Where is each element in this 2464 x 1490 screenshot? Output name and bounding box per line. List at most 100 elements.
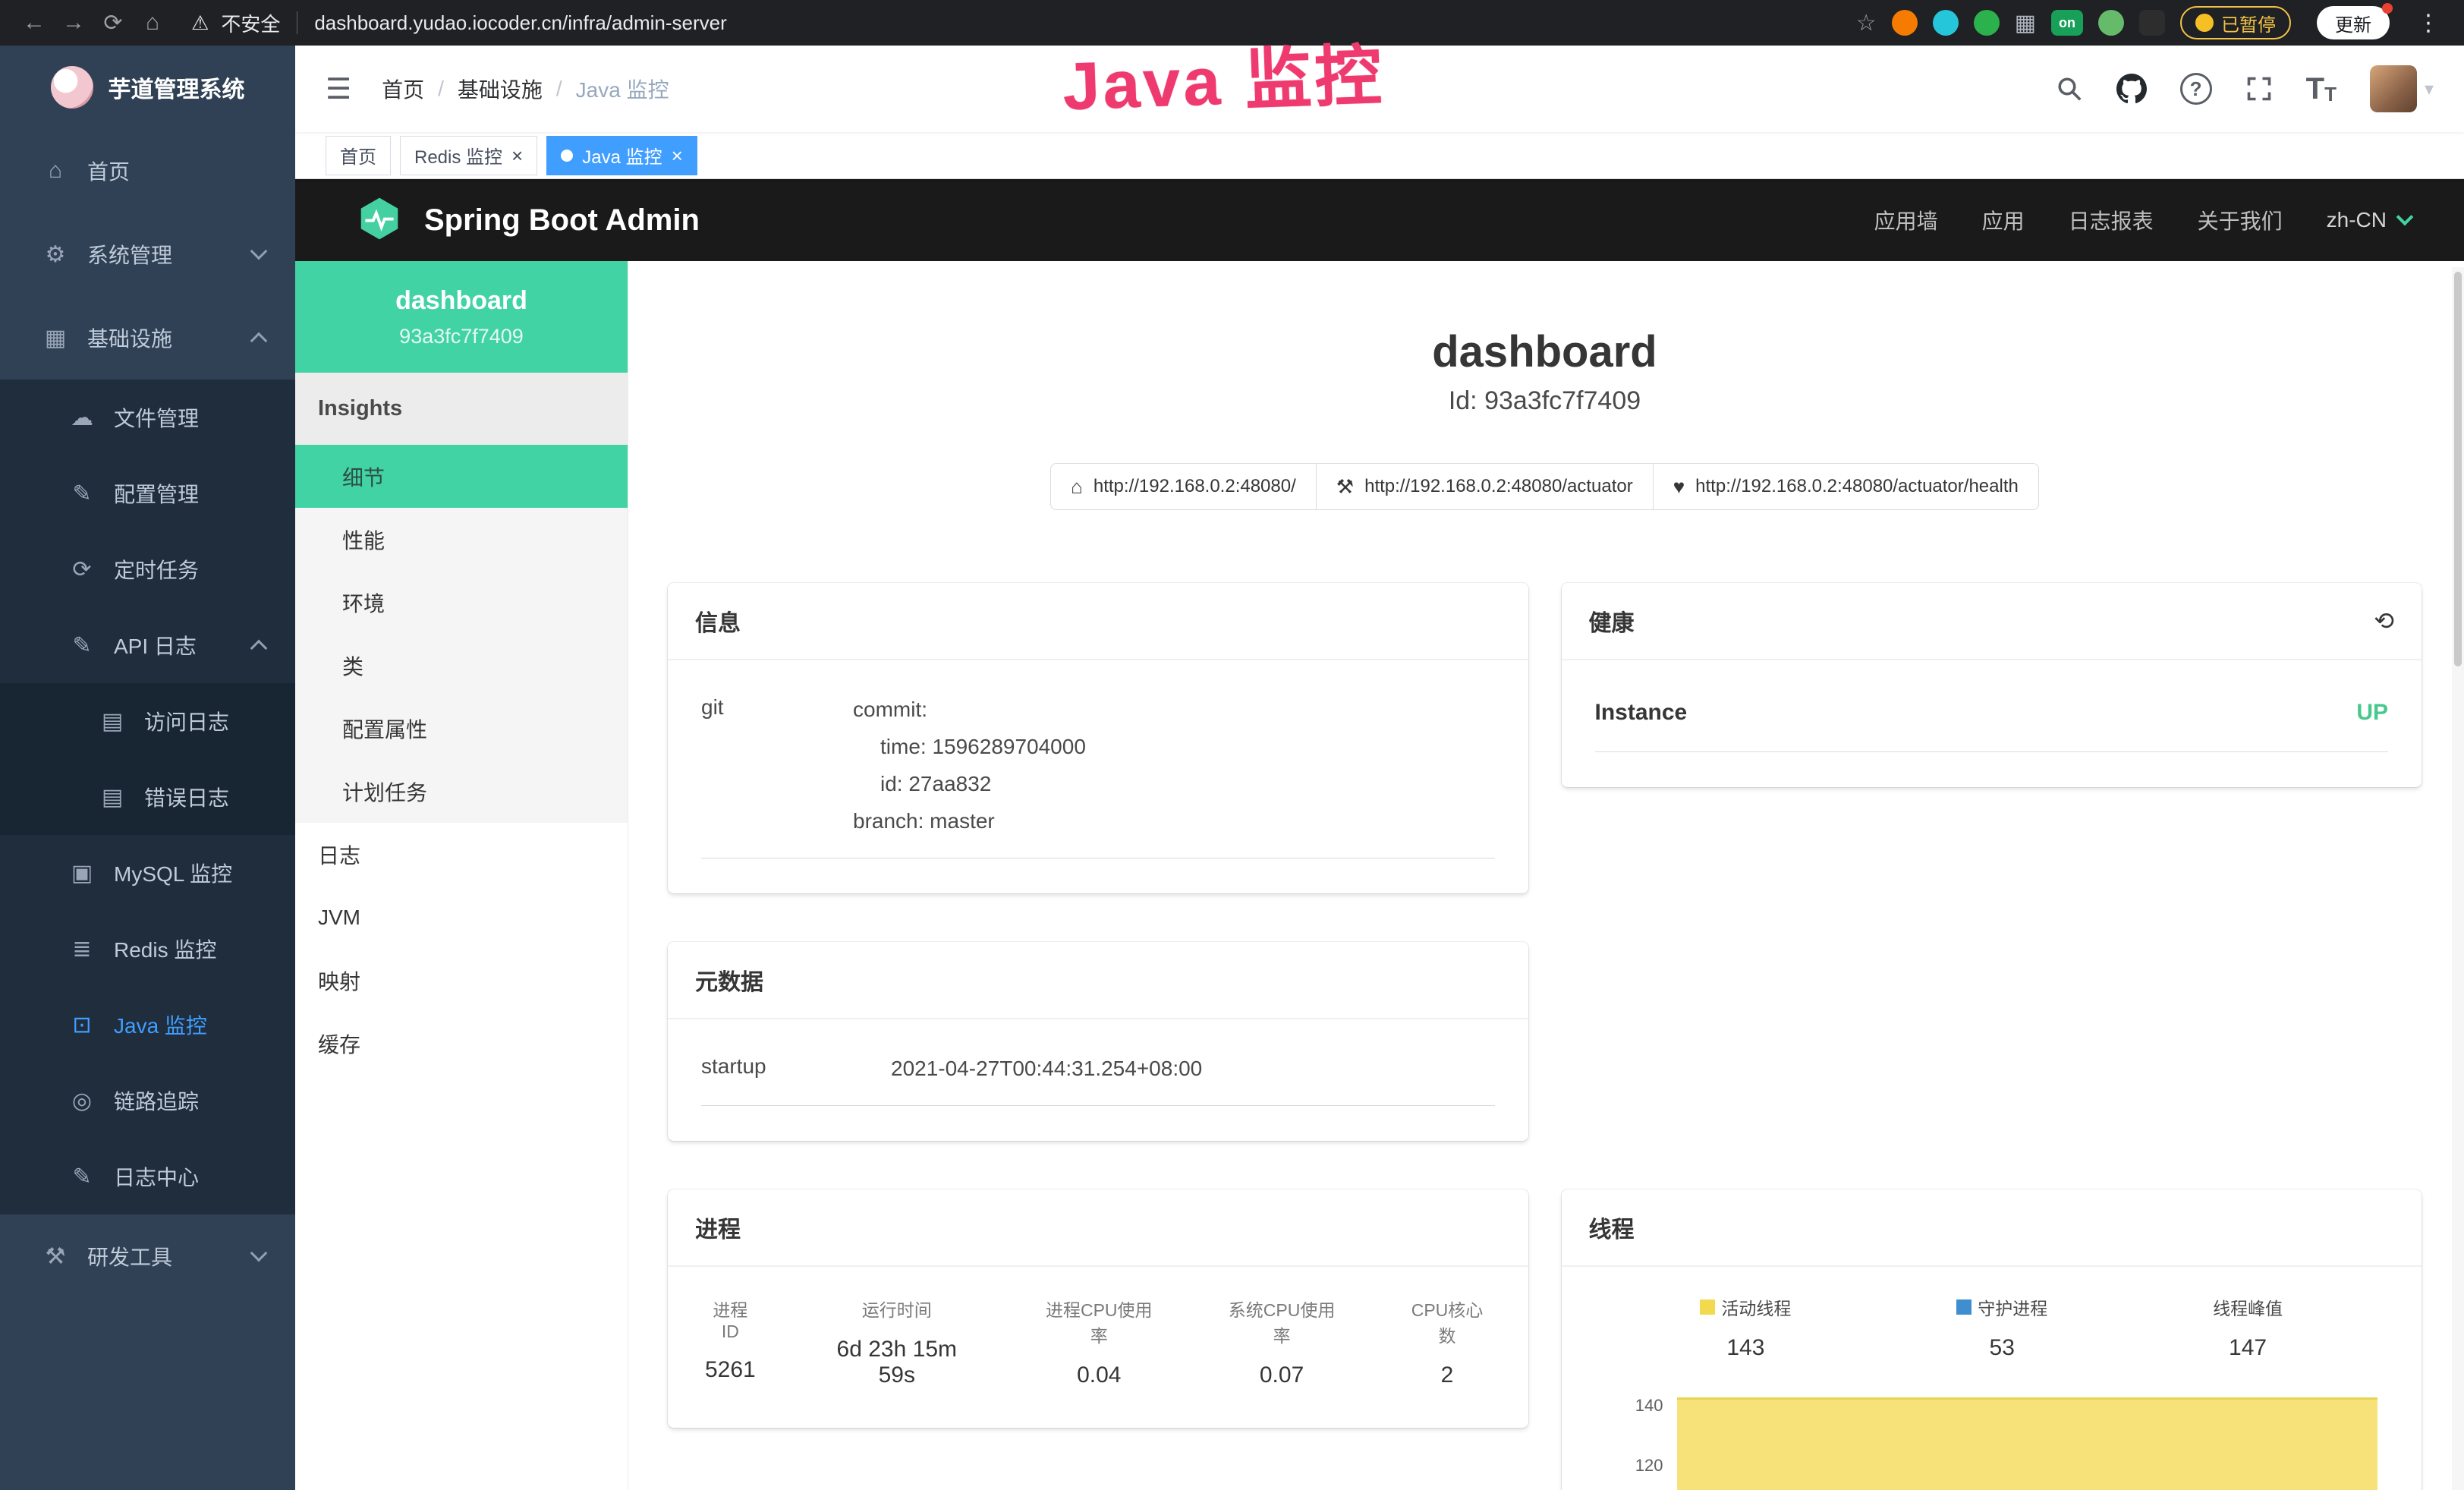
- screen: ← → ⟳ ⌂ ⚠ 不安全 dashboard.yudao.iocoder.cn…: [0, 0, 2464, 1490]
- sidebar-item-infrastructure[interactable]: ▦ 基础设施: [0, 296, 295, 380]
- github-icon[interactable]: [2116, 74, 2147, 104]
- sba-menu-item-jvm[interactable]: JVM: [295, 886, 628, 949]
- sba-menu-item-logs[interactable]: 日志: [295, 823, 628, 886]
- sidebar-item-config-management[interactable]: ✎ 配置管理: [0, 455, 295, 531]
- app-logo[interactable]: 芋道管理系统: [0, 46, 295, 129]
- not-secure-label[interactable]: 不安全: [221, 9, 280, 37]
- metric-uptime: 运行时间 6d 23h 15m 59s: [816, 1296, 978, 1388]
- sba-menu-item-classes[interactable]: 类: [295, 634, 628, 697]
- active-tab-dot: [561, 150, 573, 162]
- sidebar-item-link-tracing[interactable]: ◎ 链路追踪: [0, 1063, 295, 1139]
- reload-icon[interactable]: ⟳: [96, 5, 131, 40]
- git-id-line: id: 27aa832: [853, 765, 1495, 802]
- sidebar-item-redis-monitor[interactable]: ≣ Redis 监控: [0, 911, 295, 987]
- sba-menu-item-config-props[interactable]: 配置属性: [295, 697, 628, 760]
- sidebar-item-log-center[interactable]: ✎ 日志中心: [0, 1139, 295, 1214]
- sidebar-item-mysql-monitor[interactable]: ▣ MySQL 监控: [0, 835, 295, 911]
- sidebar-item-java-monitor[interactable]: ⊡ Java 监控: [0, 987, 295, 1063]
- tab-java-monitor[interactable]: Java 监控 ×: [546, 136, 697, 175]
- font-size-icon[interactable]: TT: [2306, 72, 2337, 106]
- breadcrumb-home[interactable]: 首页: [382, 74, 424, 104]
- home-icon: ⌂: [1071, 475, 1083, 499]
- link-label: http://192.168.0.2:48080/actuator: [1364, 476, 1633, 497]
- sba-menu-item-performance[interactable]: 性能: [295, 508, 628, 571]
- sidebar-item-home[interactable]: ⌂ 首页: [0, 129, 295, 213]
- scrollbar[interactable]: [2452, 267, 2464, 1490]
- status-badge: UP: [2356, 700, 2388, 726]
- instance-header[interactable]: dashboard 93a3fc7f7409: [295, 261, 628, 373]
- wrench-icon: ⚒: [1336, 475, 1354, 499]
- close-icon[interactable]: ×: [511, 146, 523, 165]
- sidebar-item-api-logs[interactable]: ✎ API 日志: [0, 607, 295, 683]
- sba-menu-item-environment[interactable]: 环境: [295, 571, 628, 634]
- extensions-grid-icon[interactable]: ▦: [2015, 10, 2036, 36]
- sba-menu-item-scheduled-tasks[interactable]: 计划任务: [295, 760, 628, 823]
- actuator-url-link[interactable]: ⚒ http://192.168.0.2:48080/actuator: [1316, 463, 1654, 510]
- hamburger-icon[interactable]: ☰: [326, 72, 351, 106]
- info-card-title: 信息: [695, 604, 741, 638]
- process-card-title: 进程: [695, 1211, 741, 1244]
- sidebar-item-label: 链路追踪: [114, 1085, 199, 1116]
- document-icon: ▤: [99, 784, 126, 811]
- tab-redis-monitor[interactable]: Redis 监控 ×: [400, 136, 537, 175]
- address-bar[interactable]: ⚠ 不安全 dashboard.yudao.iocoder.cn/infra/a…: [191, 9, 727, 37]
- fullscreen-icon[interactable]: [2245, 75, 2273, 102]
- sidebar-item-system-management[interactable]: ⚙ 系统管理: [0, 213, 295, 296]
- help-icon[interactable]: ?: [2180, 73, 2212, 105]
- breadcrumb-infrastructure[interactable]: 基础设施: [458, 74, 543, 104]
- loop-icon: ⟳: [68, 556, 96, 583]
- scrollbar-thumb[interactable]: [2454, 272, 2462, 666]
- sidebar-item-label: 错误日志: [144, 782, 229, 812]
- root-url-link[interactable]: ⌂ http://192.168.0.2:48080/: [1050, 463, 1317, 510]
- sba-logo-icon: [356, 195, 403, 246]
- y-axis-tick: 120: [1595, 1456, 1663, 1476]
- paused-badge[interactable]: 已暂停: [2180, 6, 2291, 39]
- sidebar-item-error-logs[interactable]: ▤ 错误日志: [0, 759, 295, 835]
- refresh-history-icon[interactable]: ⟲: [2374, 606, 2394, 635]
- breadcrumb-current: Java 监控: [576, 74, 669, 104]
- url-text[interactable]: dashboard.yudao.iocoder.cn/infra/admin-s…: [314, 11, 726, 35]
- locale-selector[interactable]: zh-CN: [2327, 208, 2411, 232]
- close-icon[interactable]: ×: [672, 146, 683, 165]
- search-icon[interactable]: [2056, 75, 2083, 102]
- sidebar-item-access-logs[interactable]: ▤ 访问日志: [0, 683, 295, 759]
- sba-menu-item-details[interactable]: 细节: [295, 445, 628, 508]
- puzzle-extension-icon[interactable]: [2139, 10, 2165, 36]
- extension-icon[interactable]: [2098, 10, 2124, 36]
- health-url-link[interactable]: ♥ http://192.168.0.2:48080/actuator/heal…: [1653, 463, 2039, 510]
- sidebar-item-label: 文件管理: [114, 402, 199, 433]
- sidebar-item-scheduled-tasks[interactable]: ⟳ 定时任务: [0, 531, 295, 607]
- extension-icon[interactable]: [1933, 10, 1959, 36]
- sba-nav-wall[interactable]: 应用墙: [1874, 205, 1938, 235]
- sba-nav-journal[interactable]: 日志报表: [2069, 205, 2154, 235]
- instance-links: ⌂ http://192.168.0.2:48080/ ⚒ http://192…: [668, 463, 2422, 510]
- sidebar-item-file-management[interactable]: ☁ 文件管理: [0, 380, 295, 455]
- extension-on-badge[interactable]: on: [2051, 10, 2083, 36]
- sidebar-item-dev-tools[interactable]: ⚒ 研发工具: [0, 1214, 295, 1298]
- extension-icon[interactable]: [1974, 10, 2000, 36]
- sidebar-item-label: 研发工具: [87, 1241, 172, 1271]
- back-icon[interactable]: ←: [17, 5, 52, 40]
- sba-menu-item-caches[interactable]: 缓存: [295, 1012, 628, 1075]
- cloud-icon: ☁: [68, 405, 96, 431]
- gear-icon: ⚙: [42, 241, 69, 268]
- extension-icon[interactable]: [1892, 10, 1918, 36]
- browser-menu-icon[interactable]: ⋮: [2417, 10, 2440, 36]
- home-icon[interactable]: ⌂: [135, 5, 170, 40]
- forward-icon[interactable]: →: [56, 5, 91, 40]
- update-button[interactable]: 更新: [2317, 6, 2390, 39]
- sidebar-item-label: 定时任务: [114, 554, 199, 584]
- sba-nav-about[interactable]: 关于我们: [2198, 205, 2283, 235]
- user-menu[interactable]: ▾: [2370, 65, 2434, 112]
- insights-group: 细节 性能 环境 类 配置属性 计划任务: [295, 445, 628, 823]
- sba-menu-item-mappings[interactable]: 映射: [295, 949, 628, 1012]
- avatar[interactable]: [2370, 65, 2417, 112]
- bookmark-star-icon[interactable]: ☆: [1856, 10, 1877, 36]
- health-instance-row: Instance UP: [1595, 688, 2389, 752]
- sba-brand-title[interactable]: Spring Boot Admin: [424, 203, 700, 238]
- sba-header: Spring Boot Admin 应用墙 应用 日志报表 关于我们 zh-CN: [295, 179, 2464, 261]
- sba-nav-applications[interactable]: 应用: [1982, 205, 2025, 235]
- extension-row: ☆ ▦ on 已暂停 更新 ⋮: [1856, 6, 2440, 39]
- tab-home[interactable]: 首页: [326, 136, 391, 175]
- locale-label: zh-CN: [2327, 208, 2387, 232]
